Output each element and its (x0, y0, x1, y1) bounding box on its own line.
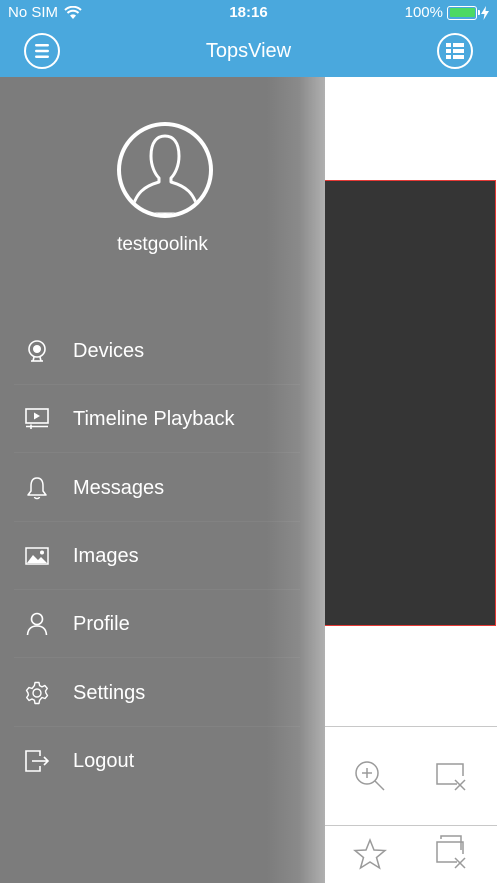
menu-item-label: Messages (73, 476, 165, 499)
layout-icon (446, 43, 464, 59)
bell-icon (24, 476, 50, 500)
nav-bar: TopsView (0, 26, 497, 77)
user-silhouette-icon (129, 134, 201, 214)
video-view[interactable] (325, 180, 496, 626)
menu-item-label: Settings (73, 681, 146, 704)
divider (14, 452, 300, 453)
page-title: TopsView (205, 40, 292, 62)
star-icon (353, 837, 387, 870)
toolbar-divider (325, 825, 497, 826)
divider (14, 657, 300, 658)
status-bar: No SIM 18:16 100% (0, 0, 497, 26)
webcam-icon (24, 339, 50, 363)
status-right: 100% (405, 4, 489, 21)
close-view-button[interactable] (432, 757, 470, 795)
person-icon (24, 612, 50, 636)
menu-item-label: Profile (73, 612, 130, 635)
close-all-icon (436, 835, 466, 869)
username-label: testgoolink (117, 234, 208, 255)
layout-button[interactable] (437, 33, 473, 69)
zoom-in-button[interactable] (351, 757, 389, 795)
menu-item-images[interactable]: Images (0, 522, 300, 590)
close-all-button[interactable] (432, 833, 470, 871)
menu-item-logout[interactable]: Logout (0, 727, 300, 795)
menu-item-settings[interactable]: Settings (0, 659, 300, 727)
toolbar-divider (325, 726, 497, 727)
menu-item-label: Devices (73, 339, 145, 362)
zoom-in-icon (355, 761, 385, 791)
playback-icon (24, 407, 50, 431)
image-icon (24, 544, 50, 568)
logout-icon (24, 749, 50, 773)
side-drawer: testgoolink Devices Timeline Playback Me… (0, 77, 325, 883)
avatar[interactable] (117, 122, 213, 218)
favorite-button[interactable] (351, 835, 389, 873)
menu-item-label: Timeline Playback (73, 407, 235, 430)
gear-icon (24, 681, 50, 705)
menu-item-profile[interactable]: Profile (0, 590, 300, 658)
menu-item-devices[interactable]: Devices (0, 317, 300, 385)
menu-item-messages[interactable]: Messages (0, 454, 300, 522)
menu-item-label: Images (73, 544, 139, 567)
charging-icon (481, 5, 489, 20)
close-view-icon (436, 763, 466, 791)
menu-item-timeline-playback[interactable]: Timeline Playback (0, 385, 300, 453)
battery-icon (447, 5, 480, 20)
menu-item-label: Logout (73, 749, 135, 772)
main-content (325, 77, 497, 883)
battery-percent: 100% (404, 4, 443, 21)
